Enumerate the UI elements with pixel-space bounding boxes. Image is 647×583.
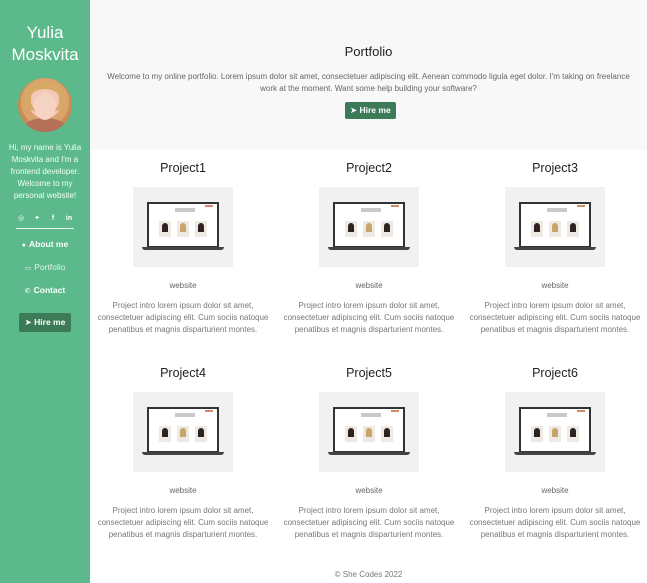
project-website-link[interactable]: website bbox=[462, 486, 647, 495]
hero-intro-text: Welcome to my online portfolio. Lorem ip… bbox=[107, 72, 630, 93]
linkedin-icon[interactable]: in bbox=[64, 214, 74, 224]
project-title: Project2 bbox=[346, 161, 392, 175]
project-card-6: Project6 website Project intro lorem ips… bbox=[462, 365, 647, 541]
project-title: Project5 bbox=[346, 366, 392, 380]
person-icon: ● bbox=[21, 242, 27, 249]
author-last-name: Moskvita bbox=[11, 45, 79, 64]
sidebar-hire-button[interactable]: ➤ Hire me bbox=[18, 313, 72, 332]
project-description: Project intro lorem ipsum dolor sit amet… bbox=[97, 506, 269, 539]
instagram-icon[interactable]: ◎ bbox=[16, 214, 26, 224]
project-title: Project4 bbox=[160, 366, 206, 380]
project-website-link[interactable]: website bbox=[462, 281, 647, 290]
project-description: Project intro lorem ipsum dolor sit amet… bbox=[469, 506, 641, 539]
project-card-5: Project5 website Project intro lorem ips… bbox=[276, 365, 462, 541]
project-website-link[interactable]: website bbox=[276, 486, 462, 495]
sidebar: Yulia Moskvita Hi, my name is Yulia Mosk… bbox=[0, 0, 90, 583]
twitter-icon[interactable]: ✦ bbox=[32, 214, 42, 224]
page-title: Portfolio bbox=[344, 44, 393, 59]
author-name: Yulia Moskvita bbox=[0, 22, 90, 66]
project-title: Project1 bbox=[160, 161, 206, 175]
project-description: Project intro lorem ipsum dolor sit amet… bbox=[469, 301, 641, 334]
project-thumbnail[interactable] bbox=[505, 187, 605, 267]
bio-text: Hi, my name is Yulia Moskvita and I'm a … bbox=[8, 143, 82, 200]
project-description: Project intro lorem ipsum dolor sit amet… bbox=[97, 301, 269, 334]
hire-button-label: Hire me bbox=[34, 317, 66, 327]
project-title: Project6 bbox=[532, 366, 578, 380]
avatar bbox=[18, 78, 72, 132]
author-first-name: Yulia bbox=[26, 23, 64, 42]
briefcase-icon: ▭ bbox=[24, 265, 32, 272]
project-card-4: Project4 website Project intro lorem ips… bbox=[90, 365, 276, 541]
hero-section: Portfolio Welcome to my online portfolio… bbox=[90, 0, 647, 150]
nav-item-label: About me bbox=[29, 239, 69, 249]
nav-item-about[interactable]: ● About me bbox=[0, 239, 90, 251]
main-content: Portfolio Welcome to my online portfolio… bbox=[90, 0, 647, 583]
nav-item-label: Contact bbox=[33, 285, 66, 295]
project-thumbnail[interactable] bbox=[133, 392, 233, 472]
nav-item-label: Portfolio bbox=[34, 262, 66, 272]
project-card-1: Project1 website Project intro lorem ips… bbox=[90, 160, 276, 336]
hero-hire-button[interactable]: ➤ Hire me bbox=[345, 102, 396, 119]
project-thumbnail[interactable] bbox=[505, 392, 605, 472]
project-website-link[interactable]: website bbox=[90, 281, 276, 290]
project-thumbnail[interactable] bbox=[319, 392, 419, 472]
nav-item-contact[interactable]: ✆ Contact bbox=[0, 285, 90, 297]
facebook-icon[interactable]: f bbox=[48, 214, 58, 224]
project-title: Project3 bbox=[532, 161, 578, 175]
social-links: ◎ ✦ f in bbox=[16, 214, 74, 229]
project-thumbnail[interactable] bbox=[319, 187, 419, 267]
footer-copyright: © She Codes 2022 bbox=[334, 570, 403, 579]
sidebar-nav: ● About me ▭ Portfolio ✆ Contact bbox=[0, 239, 90, 297]
hire-button-label: Hire me bbox=[359, 105, 391, 115]
project-website-link[interactable]: website bbox=[276, 281, 462, 290]
nav-item-portfolio[interactable]: ▭ Portfolio bbox=[0, 262, 90, 274]
project-description: Project intro lorem ipsum dolor sit amet… bbox=[283, 506, 455, 539]
send-icon: ➤ bbox=[24, 317, 32, 327]
send-icon: ➤ bbox=[350, 105, 358, 115]
phone-icon: ✆ bbox=[24, 288, 31, 295]
project-description: Project intro lorem ipsum dolor sit amet… bbox=[283, 301, 455, 334]
project-card-3: Project3 website Project intro lorem ips… bbox=[462, 160, 647, 336]
project-website-link[interactable]: website bbox=[90, 486, 276, 495]
project-thumbnail[interactable] bbox=[133, 187, 233, 267]
project-card-2: Project2 website Project intro lorem ips… bbox=[276, 160, 462, 336]
